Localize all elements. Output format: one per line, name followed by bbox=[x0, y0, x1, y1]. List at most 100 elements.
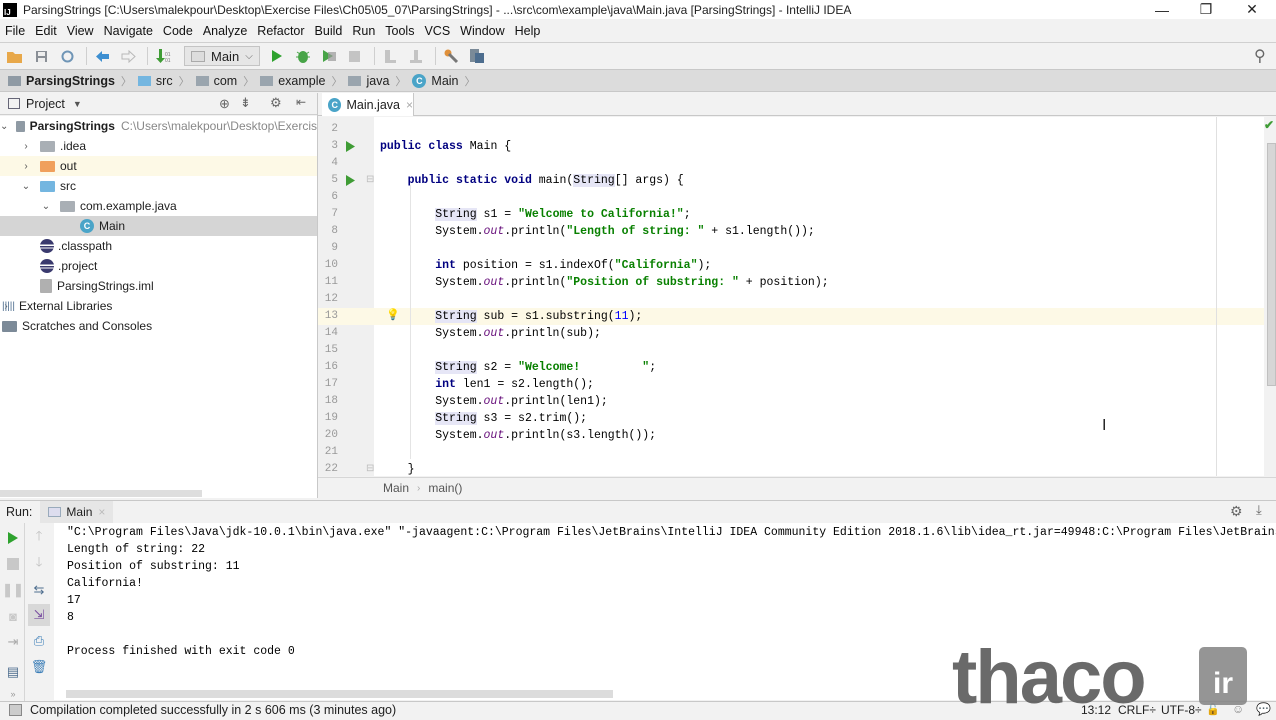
soft-wrap-icon[interactable]: ⇆ bbox=[28, 579, 50, 601]
line-number: 20 bbox=[324, 429, 338, 441]
tree-item[interactable]: C Main bbox=[0, 216, 317, 236]
run-gutter-icon[interactable] bbox=[346, 175, 355, 189]
layout-icon[interactable]: ▤ bbox=[2, 661, 24, 683]
project-panel-title[interactable]: Project bbox=[26, 97, 65, 111]
stop-icon[interactable] bbox=[2, 553, 24, 575]
tree-item[interactable]: ParsingStrings.iml bbox=[0, 276, 317, 296]
debug-icon[interactable] bbox=[292, 45, 314, 67]
trash-icon[interactable]: 🗑 bbox=[28, 656, 50, 678]
tree-item[interactable]: ⌄ com.example.java bbox=[0, 196, 317, 216]
sync-icon[interactable] bbox=[56, 45, 78, 67]
menu-run[interactable]: Run bbox=[347, 24, 380, 38]
project-structure-icon[interactable] bbox=[466, 45, 488, 67]
menu-build[interactable]: Build bbox=[310, 24, 348, 38]
pause-icon[interactable]: ❚❚ bbox=[2, 579, 24, 601]
down-arrow-icon[interactable]: 🡓 bbox=[28, 553, 50, 575]
breadcrumb-main[interactable]: C Main 〉 bbox=[412, 73, 476, 89]
tree-item-label: External Libraries bbox=[19, 299, 113, 313]
code-line: String s2 = "Welcome! "; bbox=[435, 361, 657, 374]
menu-tools[interactable]: Tools bbox=[380, 24, 419, 38]
tree-item[interactable]: .project bbox=[0, 256, 317, 276]
restore-button[interactable]: ❐ bbox=[1183, 0, 1229, 19]
line-number: 6 bbox=[331, 191, 338, 203]
toolbar-separator bbox=[373, 47, 375, 65]
hide-panel-icon[interactable]: ⤓ bbox=[1256, 502, 1262, 518]
search-everywhere-icon[interactable]: ⚲ bbox=[1254, 46, 1266, 66]
file-encoding[interactable]: UTF-8÷ bbox=[1161, 703, 1202, 717]
menu-code[interactable]: Code bbox=[158, 24, 198, 38]
tree-item[interactable]: .classpath bbox=[0, 236, 317, 256]
chevron-down-icon: ⌵ bbox=[245, 50, 253, 62]
close-tab-icon[interactable]: × bbox=[98, 505, 105, 519]
chevron-down-icon[interactable]: ⌄ bbox=[20, 181, 32, 192]
breadcrumb-method[interactable]: main() bbox=[428, 481, 462, 495]
project-horizontal-scrollbar[interactable] bbox=[0, 490, 202, 497]
open-folder-icon[interactable] bbox=[4, 45, 26, 67]
breadcrumb-src[interactable]: src 〉 bbox=[137, 73, 190, 89]
breadcrumb-com[interactable]: com 〉 bbox=[195, 73, 254, 89]
close-tab-icon[interactable]: × bbox=[406, 98, 413, 112]
up-arrow-icon[interactable]: 🡑 bbox=[28, 527, 50, 549]
collapse-all-icon[interactable]: ⇟ bbox=[240, 95, 251, 111]
gear-icon[interactable]: ⚙ bbox=[270, 95, 282, 111]
run-configuration-dropdown[interactable]: Main ⌵ bbox=[184, 46, 260, 66]
tree-item[interactable]: ⌄ ParsingStrings C:\Users\malekpour\Deskto… bbox=[0, 116, 317, 136]
event-log-icon[interactable]: 💬 bbox=[1256, 702, 1271, 716]
build-icon[interactable]: 01 01 bbox=[152, 45, 174, 67]
editor-vertical-scrollbar[interactable] bbox=[1267, 143, 1276, 386]
structure-icon[interactable] bbox=[379, 45, 401, 67]
menu-edit[interactable]: Edit bbox=[30, 24, 62, 38]
dropdown-arrow-icon[interactable]: ▼ bbox=[73, 99, 82, 109]
dump-threads-icon[interactable]: ◙ bbox=[2, 605, 24, 627]
chevron-down-icon[interactable]: ⌄ bbox=[40, 201, 52, 212]
tree-item-label: Main bbox=[99, 219, 126, 233]
menu-analyze[interactable]: Analyze bbox=[198, 24, 252, 38]
run-gutter-icon[interactable] bbox=[346, 141, 355, 155]
menu-help[interactable]: Help bbox=[510, 24, 546, 38]
menu-vcs[interactable]: VCS bbox=[419, 24, 455, 38]
settings-wrench-icon[interactable] bbox=[440, 45, 462, 67]
run-tab-main[interactable]: Main × bbox=[40, 501, 114, 523]
menu-file[interactable]: File bbox=[0, 24, 30, 38]
tree-item[interactable]: ⌄ src bbox=[0, 176, 317, 196]
intention-bulb-icon[interactable]: 💡 bbox=[386, 308, 400, 321]
menu-window[interactable]: Window bbox=[455, 24, 509, 38]
menu-refactor[interactable]: Refactor bbox=[252, 24, 309, 38]
breadcrumb-project[interactable]: ParsingStrings 〉 bbox=[8, 73, 132, 89]
exit-icon[interactable]: ⇥ bbox=[2, 631, 24, 653]
folder-icon bbox=[40, 140, 55, 152]
breadcrumb-example[interactable]: example 〉 bbox=[260, 73, 342, 89]
close-button[interactable]: ✕ bbox=[1229, 0, 1275, 19]
chevron-right-icon[interactable]: › bbox=[20, 141, 32, 152]
locate-icon[interactable]: ⊕ bbox=[219, 96, 230, 112]
tree-item[interactable]: › .idea bbox=[0, 136, 317, 156]
tab-main-java[interactable]: C Main.java × bbox=[322, 93, 414, 116]
minimize-button[interactable]: — bbox=[1139, 0, 1185, 19]
console-line: "C:\Program Files\Java\jdk-10.0.1\bin\ja… bbox=[67, 526, 1276, 539]
status-message[interactable]: Compilation completed successfully in 2 … bbox=[30, 703, 396, 717]
coverage-icon[interactable] bbox=[318, 45, 340, 67]
scroll-to-end-icon[interactable]: ⇲ bbox=[28, 604, 50, 626]
tree-item[interactable]: › ||||| External Libraries bbox=[0, 296, 317, 316]
panel-divider[interactable] bbox=[317, 93, 318, 498]
back-icon[interactable] bbox=[91, 45, 113, 67]
stop-icon[interactable] bbox=[344, 45, 366, 67]
sdk-icon[interactable] bbox=[405, 45, 427, 67]
chevron-right-icon[interactable]: › bbox=[20, 161, 32, 172]
code-editor[interactable]: public class Main { public static void m… bbox=[374, 117, 1264, 476]
save-icon[interactable] bbox=[30, 45, 52, 67]
tree-item[interactable]: Scratches and Consoles bbox=[0, 316, 317, 336]
gear-icon[interactable]: ⚙ bbox=[1230, 503, 1243, 520]
chevron-down-icon[interactable]: ⌄ bbox=[0, 121, 8, 132]
rerun-icon[interactable] bbox=[2, 527, 24, 549]
hide-panel-icon[interactable]: ⇤ bbox=[296, 95, 306, 109]
breadcrumb-java[interactable]: java 〉 bbox=[348, 73, 406, 89]
menu-navigate[interactable]: Navigate bbox=[99, 24, 158, 38]
run-icon[interactable] bbox=[266, 45, 288, 67]
forward-icon[interactable] bbox=[117, 45, 139, 67]
menu-view[interactable]: View bbox=[62, 24, 99, 38]
print-icon[interactable]: ⎙ bbox=[28, 630, 50, 652]
tool-windows-icon[interactable] bbox=[9, 704, 22, 716]
tree-item[interactable]: › out bbox=[0, 156, 317, 176]
breadcrumb-class[interactable]: Main bbox=[383, 481, 409, 495]
